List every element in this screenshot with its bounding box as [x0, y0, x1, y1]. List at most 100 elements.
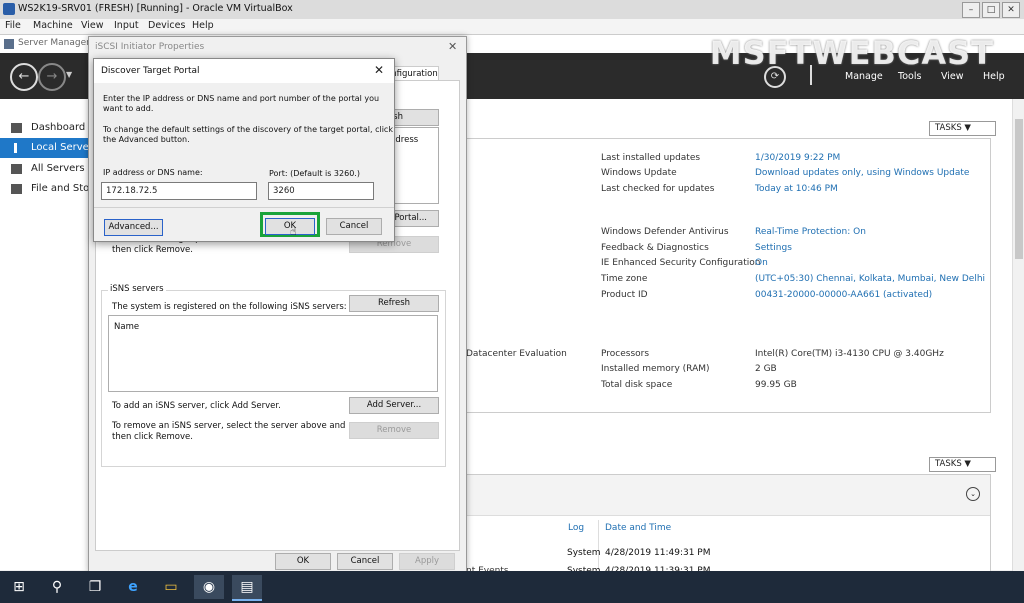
discover-cancel-button[interactable]: Cancel — [326, 218, 382, 235]
sidebar-item-local-server[interactable]: Local Server — [0, 138, 93, 158]
discover-title-bar: Discover Target Portal ✕ — [94, 59, 394, 83]
events-panel — [465, 474, 991, 571]
menu-devices[interactable]: Devices — [148, 20, 185, 31]
ok-button[interactable]: OK — [275, 553, 331, 570]
refresh-isns-button[interactable]: Refresh — [349, 295, 439, 312]
server-manager-taskbar-icon[interactable]: ▤ — [232, 575, 262, 601]
sidebar-item-all-servers[interactable]: All Servers — [0, 159, 92, 179]
iscsi-dialog-title: iSCSI Initiator Properties — [95, 42, 205, 52]
back-icon[interactable]: ← — [10, 63, 38, 91]
tasks-dropdown-properties[interactable]: TASKS ▼ — [929, 121, 996, 136]
menu-input[interactable]: Input — [114, 20, 139, 31]
cancel-button[interactable]: Cancel — [337, 553, 393, 570]
property-value-link[interactable]: Real-Time Protection: On — [755, 227, 866, 237]
column-header-date-time[interactable]: Date and Time — [605, 523, 671, 533]
isns-registered-text: The system is registered on the followin… — [112, 302, 347, 312]
column-header-log[interactable]: Log — [568, 523, 584, 533]
property-value-link[interactable]: Today at 10:46 PM — [755, 184, 838, 194]
sidebar-item-dashboard[interactable]: Dashboard — [0, 118, 92, 138]
dashboard-icon — [11, 123, 22, 133]
isns-servers-list[interactable]: Name — [108, 315, 438, 392]
close-icon[interactable]: ✕ — [1002, 2, 1020, 18]
ip-address-input[interactable]: 172.18.72.5 — [101, 182, 257, 200]
discover-advanced-hint: To change the default settings of the di… — [103, 125, 393, 134]
port-input[interactable]: 3260 — [268, 182, 374, 200]
hardware-label: Processors — [601, 349, 650, 359]
advanced-button[interactable]: Advanced... — [104, 219, 163, 236]
property-value-link[interactable]: (UTC+05:30) Chennai, Kolkata, Mumbai, Ne… — [755, 274, 985, 284]
port-label: Port: (Default is 3260.) — [269, 169, 360, 178]
column-divider — [598, 520, 599, 570]
add-isns-instructions: To add an iSNS server, click Add Server. — [112, 401, 281, 411]
expand-chevron-icon[interactable]: ⌄ — [966, 487, 980, 501]
menu-view[interactable]: View — [81, 20, 104, 31]
discover-dialog-title: Discover Target Portal — [101, 66, 200, 76]
menu-help[interactable]: Help — [192, 20, 214, 31]
close-icon[interactable]: ✕ — [374, 63, 384, 77]
watermark: MSFTWEBCAST — [709, 34, 994, 72]
property-value-link[interactable]: On — [755, 258, 768, 268]
events-filter-bar — [466, 475, 990, 516]
property-label: Windows Defender Antivirus — [601, 227, 729, 237]
file-explorer-icon[interactable]: ▭ — [156, 575, 186, 599]
hardware-value: 2 GB — [755, 364, 777, 374]
task-view-icon[interactable]: ❐ — [80, 575, 110, 599]
property-label: Last installed updates — [601, 153, 701, 163]
taskbar: ⊞ ⚲ ❐ e ▭ ◉ ▤ — [0, 571, 1024, 603]
property-label: Time zone — [601, 274, 648, 284]
menu-machine[interactable]: Machine — [33, 20, 73, 31]
remove-isns-instructions: To remove an iSNS server, select the ser… — [112, 421, 346, 431]
edition-value: Datacenter Evaluation — [466, 349, 567, 359]
hardware-value: 99.95 GB — [755, 380, 797, 390]
remove-isns-button[interactable]: Remove — [349, 422, 439, 439]
file-storage-icon — [11, 184, 22, 194]
property-value-link[interactable]: 1/30/2019 9:22 PM — [755, 153, 840, 163]
forward-icon[interactable]: → — [38, 63, 66, 91]
vbox-window-title: WS2K19-SRV01 (FRESH) [Running] - Oracle … — [18, 3, 293, 14]
internet-explorer-icon[interactable]: e — [118, 575, 148, 599]
scrollbar-thumb[interactable] — [1015, 119, 1023, 259]
vertical-scrollbar[interactable] — [1012, 99, 1024, 571]
event-log-cell: System — [567, 548, 601, 558]
all-servers-icon — [11, 164, 22, 174]
search-icon[interactable]: ⚲ — [42, 575, 72, 599]
property-label: IE Enhanced Security Configuration — [601, 258, 761, 268]
hardware-value: Intel(R) Core(TM) i3-4130 CPU @ 3.40GHz — [755, 349, 944, 359]
vbox-menu-bar: File Machine View Input Devices Help — [0, 19, 1024, 35]
property-label: Feedback & Diagnostics — [601, 243, 709, 253]
vbox-title-bar: WS2K19-SRV01 (FRESH) [Running] - Oracle … — [0, 0, 1024, 20]
remove-isns-instructions-2: then click Remove. — [112, 432, 193, 442]
tasks-dropdown-events[interactable]: TASKS ▼ — [929, 457, 996, 472]
property-value-link[interactable]: 00431-20000-00000-AA661 (activated) — [755, 290, 932, 300]
property-label: Product ID — [601, 290, 648, 300]
name-column-header[interactable]: Name — [114, 322, 139, 332]
iscsi-initiator-taskbar-icon[interactable]: ◉ — [194, 575, 224, 599]
menu-file[interactable]: File — [5, 20, 21, 31]
virtualbox-icon — [3, 3, 15, 15]
history-dropdown-icon[interactable]: ▼ — [66, 70, 72, 79]
property-label: Last checked for updates — [601, 184, 715, 194]
view-menu[interactable]: View — [941, 71, 964, 82]
property-value-link[interactable]: Settings — [755, 243, 792, 253]
discover-advanced-hint-2: the Advanced button. — [103, 135, 190, 144]
property-value-link[interactable]: Download updates only, using Windows Upd… — [755, 168, 969, 178]
hardware-label: Total disk space — [601, 380, 673, 390]
remove-portal-instructions-2: then click Remove. — [112, 245, 193, 255]
server-manager-icon — [4, 39, 14, 49]
local-server-icon — [14, 143, 17, 153]
manage-menu[interactable]: Manage — [845, 71, 883, 82]
apply-button[interactable]: Apply — [399, 553, 455, 570]
add-server-button[interactable]: Add Server... — [349, 397, 439, 414]
mouse-cursor-icon: ☝ — [290, 225, 297, 238]
sidebar-item-file-storage[interactable]: File and Sto — [0, 179, 92, 199]
isns-group-title: iSNS servers — [108, 284, 166, 294]
close-icon[interactable]: ✕ — [448, 40, 457, 53]
discover-intro-2: want to add. — [103, 104, 154, 113]
maximize-icon[interactable]: □ — [982, 2, 1000, 18]
tools-menu[interactable]: Tools — [898, 71, 921, 82]
start-windows-icon[interactable]: ⊞ — [4, 575, 34, 599]
help-menu[interactable]: Help — [983, 71, 1005, 82]
property-label: Windows Update — [601, 168, 677, 178]
minimize-icon[interactable]: – — [962, 2, 980, 18]
discover-target-portal-dialog: Discover Target Portal ✕ Enter the IP ad… — [93, 58, 395, 242]
